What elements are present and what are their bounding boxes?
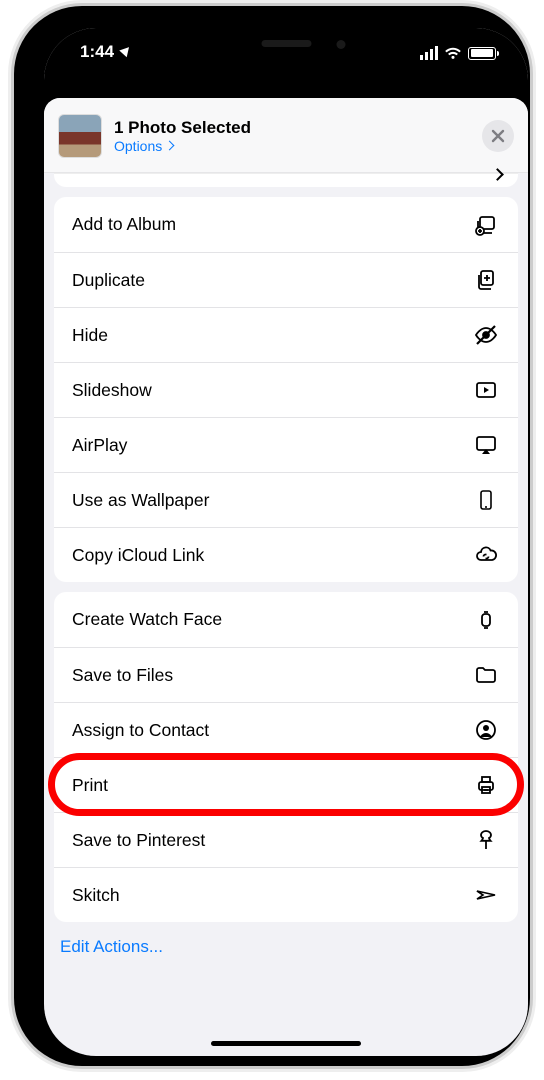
header-title: 1 Photo Selected (114, 117, 470, 138)
sheet-header: 1 Photo Selected Options (44, 98, 528, 173)
share-sheet: 1 Photo Selected Options Add to A (44, 98, 528, 1056)
duplicate-icon (472, 268, 500, 292)
row-use-as-wallpaper[interactable]: Use as Wallpaper (54, 472, 518, 527)
row-create-watch-face[interactable]: Create Watch Face (54, 592, 518, 647)
home-indicator[interactable] (211, 1041, 361, 1046)
close-button[interactable] (482, 120, 514, 152)
row-copy-icloud-link[interactable]: Copy iCloud Link (54, 527, 518, 582)
pin-icon (472, 828, 500, 852)
cellular-signal-icon (420, 46, 439, 60)
status-time: 1:44 (80, 42, 114, 62)
add-album-icon (472, 213, 500, 237)
screen: 1:44 1 Photo Selected Options (44, 28, 528, 1056)
row-assign-to-contact[interactable]: Assign to Contact (54, 702, 518, 757)
wallpaper-icon (472, 488, 500, 512)
battery-icon (468, 47, 496, 60)
options-button[interactable]: Options (114, 138, 470, 156)
row-skitch[interactable]: Skitch (54, 867, 518, 922)
hide-icon (472, 323, 500, 347)
row-add-to-album[interactable]: Add to Album (54, 197, 518, 252)
location-icon (119, 43, 132, 56)
row-hide[interactable]: Hide (54, 307, 518, 362)
printer-icon (472, 773, 500, 797)
icloud-link-icon (472, 543, 500, 567)
row-print[interactable]: Print (54, 757, 518, 812)
action-group-1: Add to Album Duplic (54, 197, 518, 582)
phone-frame: 1:44 1 Photo Selected Options (14, 6, 530, 1066)
row-slideshow[interactable]: Slideshow (54, 362, 518, 417)
wifi-icon (444, 47, 462, 60)
skitch-icon (472, 883, 500, 907)
previous-group-peek[interactable] (54, 173, 518, 187)
row-save-to-pinterest[interactable]: Save to Pinterest (54, 812, 518, 867)
close-icon (491, 129, 505, 143)
contact-icon (472, 718, 500, 742)
row-airplay[interactable]: AirPlay (54, 417, 518, 472)
photo-thumbnail[interactable] (58, 114, 102, 158)
edit-actions-button[interactable]: Edit Actions... (54, 922, 518, 971)
notch (169, 28, 404, 62)
airplay-icon (472, 433, 500, 457)
slideshow-icon (472, 378, 500, 402)
watch-icon (472, 608, 500, 632)
action-group-2: Create Watch Face Save to Files (54, 592, 518, 922)
folder-icon (472, 663, 500, 687)
row-duplicate[interactable]: Duplicate (54, 252, 518, 307)
row-save-to-files[interactable]: Save to Files (54, 647, 518, 702)
